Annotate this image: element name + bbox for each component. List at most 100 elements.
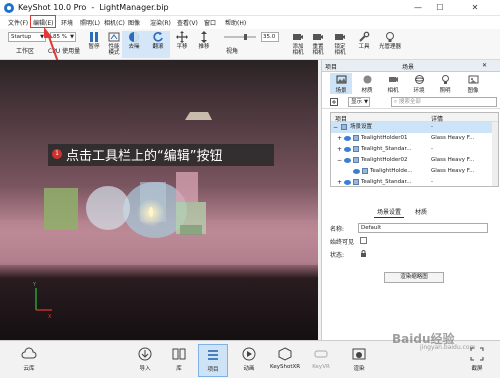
model-icon	[353, 157, 359, 163]
menu-environment[interactable]: 环境	[61, 18, 73, 27]
search-input[interactable]: ⌕ 搜索全部	[391, 97, 497, 107]
library-button[interactable]: 库	[164, 344, 194, 377]
cloud-icon	[21, 347, 37, 359]
cloud-library-button[interactable]: 云库	[14, 344, 44, 377]
tree-row[interactable]: − 场景设置 -	[331, 122, 498, 133]
lock-camera-button[interactable]: 锁定 相机	[328, 31, 352, 58]
minimize-button[interactable]: —	[408, 2, 428, 14]
maximize-button[interactable]: ☐	[430, 2, 450, 14]
import-button[interactable]: 导入	[130, 344, 160, 377]
visibility-eye-icon[interactable]	[353, 169, 360, 174]
menu-lighting[interactable]: 照明(L)	[80, 18, 100, 27]
close-button[interactable]: ✕	[465, 2, 485, 14]
tree-row[interactable]: + Tealight_Standar... -	[331, 177, 498, 186]
tree-row[interactable]: + Tealight_Standar... -	[331, 144, 498, 155]
expand-icon[interactable]: +	[337, 133, 342, 144]
tree-row[interactable]: − TealightHolder02 Glass Heavy F...	[331, 155, 498, 166]
lock-icon[interactable]	[360, 250, 367, 257]
keyshotxr-button[interactable]: KeyShotXR	[270, 344, 300, 377]
list-icon	[208, 350, 218, 360]
subtab-lighting[interactable]: 照明	[434, 73, 456, 94]
tab-project[interactable]: 项目	[325, 62, 337, 71]
search-icon: ⌕	[394, 99, 398, 105]
expand-icon[interactable]: +	[337, 177, 342, 188]
flip-button[interactable]: 翻滚	[146, 31, 170, 58]
render-thumbnail-button[interactable]: 渲染缩略图	[384, 272, 444, 283]
teapot-icon	[352, 348, 366, 360]
title-bar: KeyShot 10.0 Pro - LightManager.bip — ☐ …	[0, 0, 500, 16]
menu-bar: 文件(F) 编辑(E) 环境 照明(L) 相机(C) 图像 渲染(R) 查看(V…	[0, 16, 500, 29]
project-panel: 项目 场景 ✕ 场景 材质 相机 环境 照明 图像 显示 ▼ ⌕ 搜索全部 项目…	[321, 60, 500, 340]
tools-icon	[359, 31, 370, 42]
menu-window[interactable]: 窗口	[204, 18, 216, 27]
subtab-scene[interactable]: 场景	[330, 73, 352, 94]
lock-camera-icon	[335, 34, 345, 40]
tools-button[interactable]: 工具	[352, 31, 376, 58]
tab-material[interactable]: 材质	[412, 206, 430, 217]
light-bulb-icon	[441, 75, 449, 84]
tree-row[interactable]: TealightHolde... Glass Heavy F...	[331, 166, 498, 177]
tree-scrollbar[interactable]	[492, 122, 498, 186]
subtab-camera[interactable]: 相机	[382, 73, 404, 94]
dolly-button[interactable]: 推移	[192, 31, 216, 58]
subtab-material[interactable]: 材质	[356, 73, 378, 94]
model-icon	[353, 179, 359, 185]
project-button[interactable]: 项目	[198, 344, 228, 377]
camera-icon	[388, 77, 398, 82]
reset-camera-icon	[313, 34, 323, 40]
panel-header: 项目 场景 ✕	[322, 60, 500, 72]
light-bulb-icon	[386, 32, 394, 42]
denoise-button[interactable]: 去噪	[122, 31, 146, 58]
render-button[interactable]: 渲染	[344, 344, 374, 377]
keyshot-logo-icon	[4, 3, 14, 13]
performance-icon	[108, 32, 120, 42]
menu-help[interactable]: 帮助(H)	[225, 18, 246, 27]
menu-render[interactable]: 渲染(R)	[150, 18, 171, 27]
workspace-select[interactable]: Startup ▼	[8, 32, 46, 42]
collapse-icon[interactable]: −	[333, 122, 338, 133]
always-visible-checkbox[interactable]	[360, 237, 367, 244]
rotate-icon	[153, 32, 163, 42]
render-viewport[interactable]: Y X 1 点击工具栏上的“编辑”按钮	[0, 60, 318, 340]
expand-icon[interactable]: +	[337, 144, 342, 155]
svg-text:X: X	[48, 314, 52, 320]
toolbar: Startup ▼ 85 % ▼ 工作区 CPU 使用量 暂停 性能 模式 去噪 翻…	[0, 29, 500, 60]
pause-icon	[90, 32, 98, 42]
field-of-view-input[interactable]: 35.0	[261, 32, 279, 42]
edit-menu-highlight-box	[30, 15, 56, 28]
scene-tree-toolbar: 显示 ▼ ⌕ 搜索全部	[322, 95, 500, 109]
menu-image[interactable]: 图像	[128, 18, 140, 27]
expand-all-icon[interactable]	[330, 98, 338, 106]
visibility-eye-icon[interactable]	[344, 180, 351, 185]
panel-close-icon[interactable]: ✕	[482, 62, 487, 69]
pan-button[interactable]: 平移	[170, 31, 194, 58]
xr-cube-icon	[278, 347, 292, 361]
cpu-usage-select[interactable]: 85 % ▼	[50, 32, 76, 42]
menu-file[interactable]: 文件(F)	[8, 18, 28, 27]
book-icon	[172, 348, 186, 360]
animation-button[interactable]: 动画	[234, 344, 264, 377]
subtab-image[interactable]: 图像	[462, 73, 484, 94]
visibility-eye-icon[interactable]	[344, 147, 351, 152]
menu-camera[interactable]: 相机(C)	[104, 18, 125, 27]
collapse-icon[interactable]: −	[337, 155, 342, 166]
visibility-eye-icon[interactable]	[344, 158, 351, 163]
keyvr-button[interactable]: KeyVR	[306, 344, 336, 377]
reset-camera-button[interactable]: 重置 相机	[306, 31, 330, 58]
light-manager-button[interactable]: 光管理器	[374, 31, 406, 58]
field-of-view-slider[interactable]	[224, 33, 256, 41]
visibility-eye-icon[interactable]	[344, 136, 351, 141]
tree-row[interactable]: + TealightHolder01 Glass Heavy F...	[331, 133, 498, 144]
part-icon	[362, 168, 368, 174]
window-title: KeyShot 10.0 Pro - LightManager.bip	[18, 3, 169, 12]
name-field[interactable]: Default	[358, 223, 488, 233]
tab-scene-settings[interactable]: 场景设置	[374, 206, 405, 218]
pan-icon	[176, 31, 188, 43]
subtab-environment[interactable]: 环境	[408, 73, 430, 94]
field-of-view-label: 视角	[226, 48, 239, 55]
menu-view[interactable]: 查看(V)	[177, 18, 198, 27]
display-select[interactable]: 显示 ▼	[348, 97, 370, 107]
scene-icon	[336, 75, 346, 84]
status-label: 状态:	[330, 252, 345, 259]
add-camera-icon	[293, 34, 303, 40]
